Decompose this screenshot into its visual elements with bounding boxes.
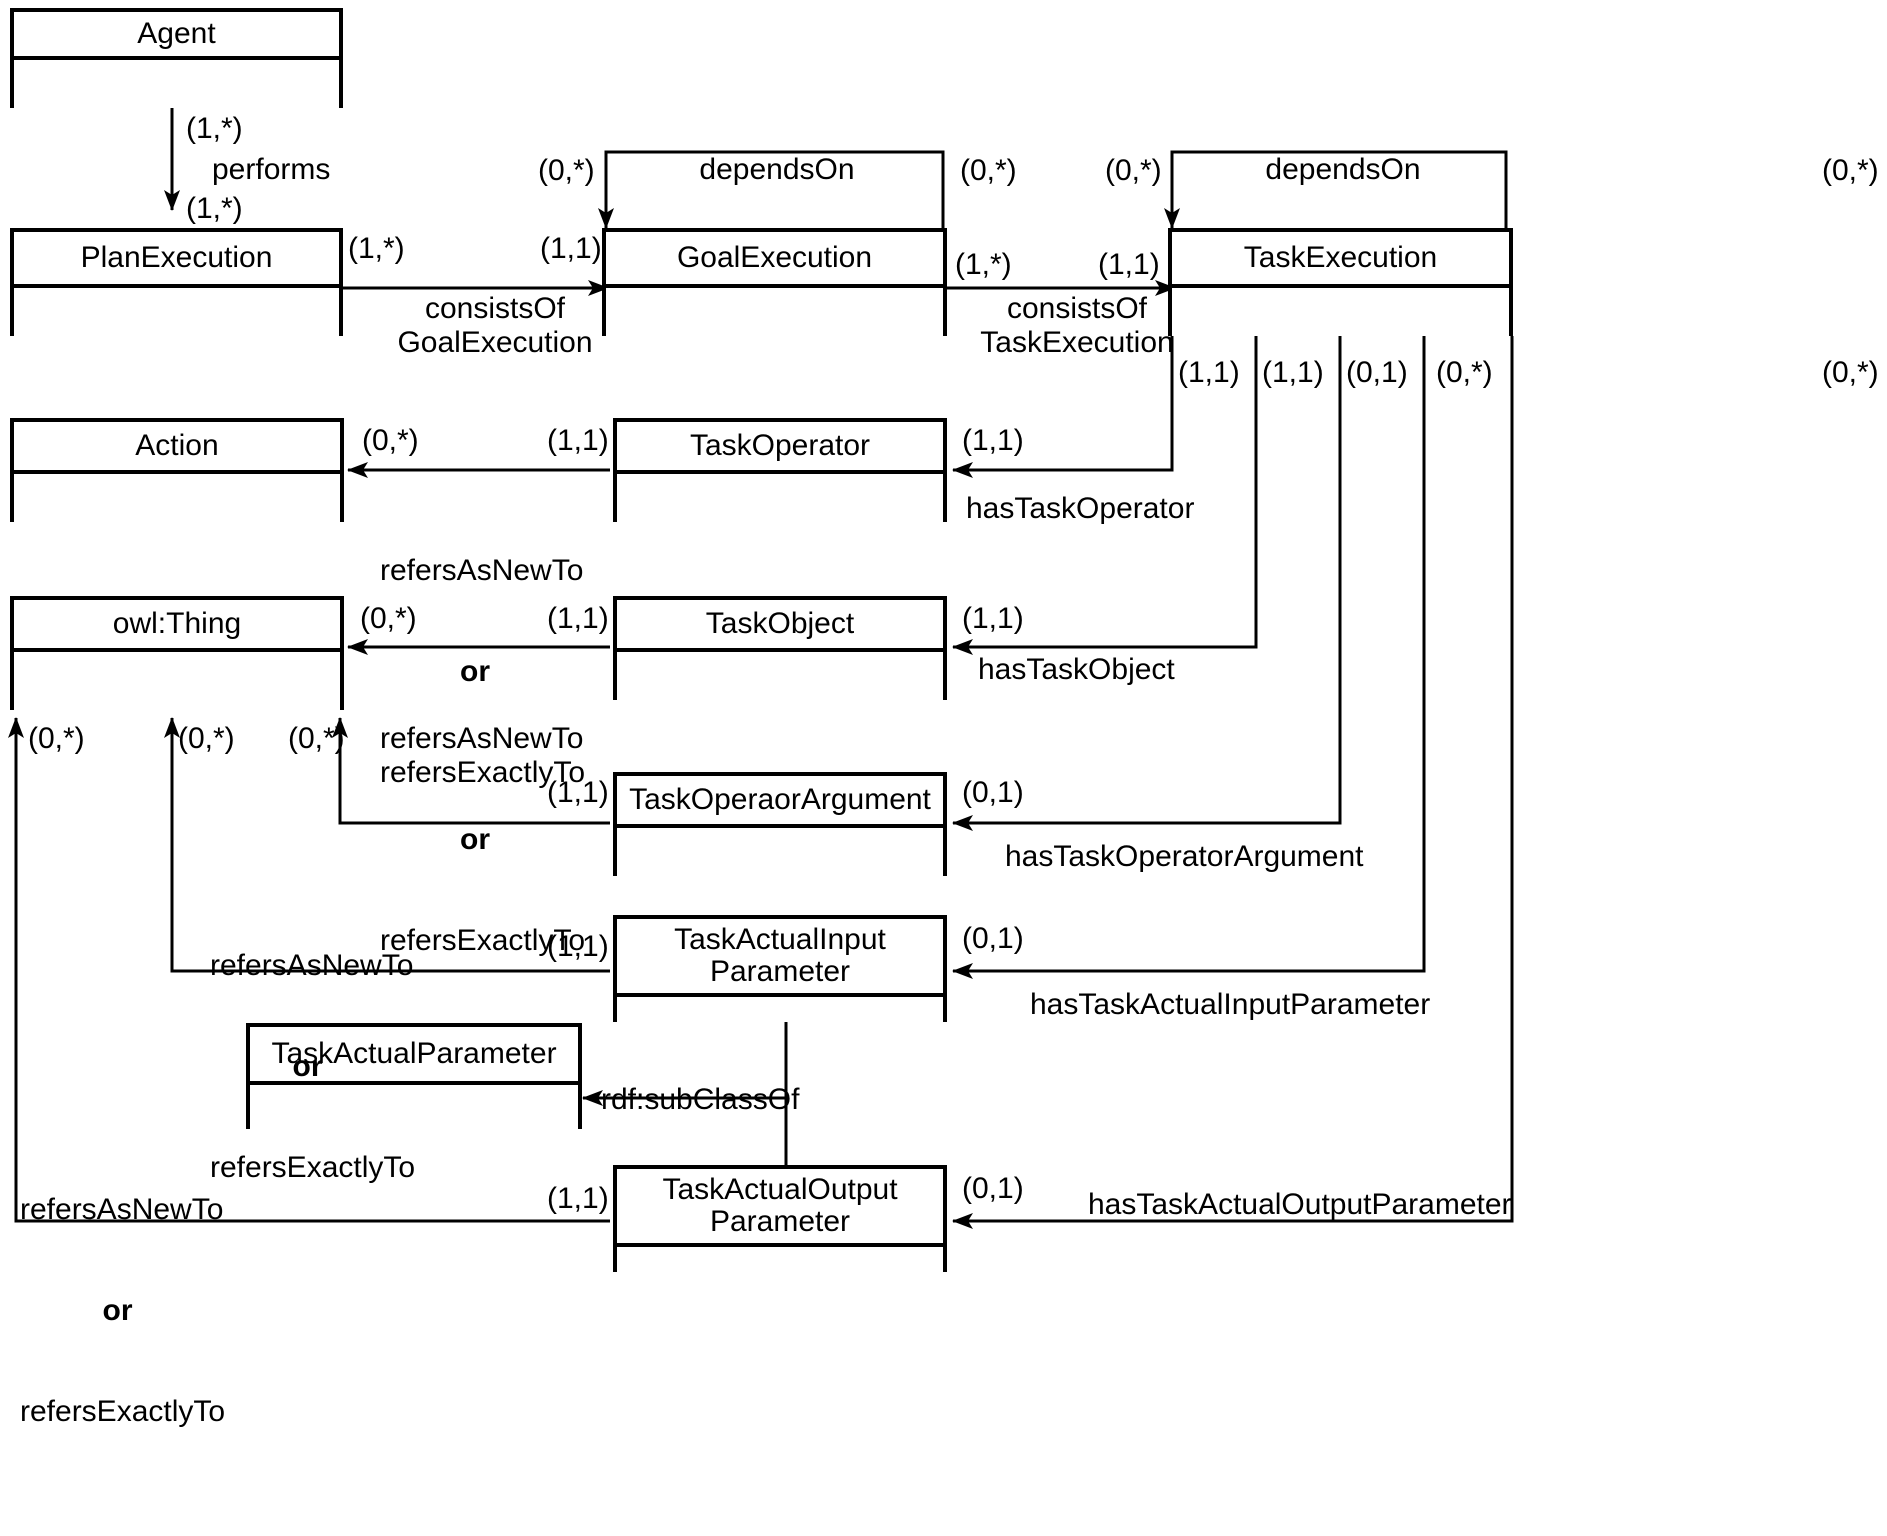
mult-goalexec-depends-left: (0,*) [538, 154, 595, 187]
label-consists-of-task-execution: consistsOf TaskExecution [980, 292, 1174, 359]
mult-agent-performs-src: (1,*) [186, 112, 243, 145]
label-refers-as-new-to: refersAsNewTo [20, 1193, 224, 1227]
class-attrs-owl-thing [14, 652, 340, 710]
class-attrs-plan-execution [14, 288, 339, 336]
label-consists-of-goal-execution: consistsOf GoalExecution [397, 292, 593, 359]
class-attrs-task-object [617, 652, 943, 700]
mult-taskoperator-has: (1,1) [962, 424, 1024, 457]
class-attrs-task-operator-argument [617, 828, 943, 876]
label-has-task-operator-argument: hasTaskOperatorArgument [1005, 840, 1364, 873]
class-name-agent: Agent [14, 12, 339, 60]
mult-owlthing-refers-object: (0,*) [360, 602, 417, 635]
mult-taskout-refers: (1,1) [547, 1182, 609, 1215]
label-performs: performs [212, 153, 331, 186]
label-refers-task-actual-output: refersAsNewTo or refersExactlyTo [20, 1126, 226, 1496]
class-box-task-operator-argument[interactable]: TaskOperaorArgument [613, 772, 947, 876]
mult-taskexec-object: (1,1) [1262, 356, 1324, 389]
label-has-task-actual-output-parameter: hasTaskActualOutputParameter [1088, 1188, 1512, 1221]
edge-has-task-operator-argument [952, 336, 1342, 831]
mult-taskin-refers: (1,1) [547, 930, 609, 963]
mult-goalexec-consists-dst: (1,1) [540, 232, 602, 265]
class-name-task-operator: TaskOperator [617, 422, 943, 474]
label-refers-exactly-to: refersExactlyTo [20, 1394, 226, 1428]
mult-agent-performs-dst: (1,*) [186, 192, 243, 225]
mult-taskoperator-refers: (1,1) [547, 424, 609, 457]
label-has-task-object: hasTaskObject [978, 653, 1175, 686]
mult-taskout-has: (0,1) [962, 1172, 1024, 1205]
class-name-task-actual-output-parameter: TaskActualOutput Parameter [617, 1169, 943, 1247]
class-name-task-execution: TaskExecution [1172, 232, 1509, 288]
class-attrs-task-actual-input-parameter [617, 997, 943, 1022]
label-refers-as-new-to: refersAsNewTo [380, 722, 584, 756]
class-attrs-task-actual-output-parameter [617, 1247, 943, 1272]
class-box-goal-execution[interactable]: GoalExecution [602, 228, 947, 336]
class-attrs-action [14, 474, 340, 522]
class-box-plan-execution[interactable]: PlanExecution [10, 228, 343, 336]
class-name-owl-thing: owl:Thing [14, 600, 340, 652]
mult-planexec-consists-src: (1,*) [348, 232, 405, 265]
class-name-action: Action [14, 422, 340, 474]
label-refers-task-actual-input: refersAsNewTo or refersExactlyTo [210, 882, 416, 1252]
class-attrs-task-operator [617, 474, 943, 522]
mult-taskoparg-has: (0,1) [962, 776, 1024, 809]
class-name-task-object: TaskObject [617, 600, 943, 652]
class-attrs-goal-execution [606, 288, 943, 336]
class-attrs-agent [14, 60, 339, 108]
mult-taskexec-output: (0,*) [1822, 356, 1879, 389]
mult-taskexec-consists-task-dst: (1,1) [1098, 248, 1160, 281]
class-box-task-actual-input-parameter[interactable]: TaskActualInput Parameter [613, 915, 947, 1022]
uml-class-diagram: Agent PlanExecution GoalExecution TaskEx… [0, 0, 1887, 1536]
mult-owlthing-refers-arg: (0,*) [288, 722, 345, 755]
mult-owlthing-refers-in: (0,*) [178, 722, 235, 755]
mult-taskexec-oparg: (0,1) [1346, 356, 1408, 389]
mult-taskexec-operator: (1,1) [1178, 356, 1240, 389]
label-refers-or: or [292, 1049, 323, 1083]
mult-action-refers: (0,*) [362, 424, 419, 457]
class-box-task-object[interactable]: TaskObject [613, 596, 947, 700]
label-depends-on-goal: dependsOn [699, 153, 855, 186]
label-has-task-operator: hasTaskOperator [966, 492, 1195, 525]
mult-taskexec-depends-right: (0,*) [1822, 154, 1879, 187]
mult-goalexec-consists-task-src: (1,*) [955, 248, 1012, 281]
label-refers-exactly-to: refersExactlyTo [210, 1150, 416, 1184]
class-box-action[interactable]: Action [10, 418, 344, 522]
class-name-task-operator-argument: TaskOperaorArgument [617, 776, 943, 828]
mult-taskexec-input: (0,*) [1436, 356, 1493, 389]
mult-goalexec-depends-right: (0,*) [960, 154, 1017, 187]
class-name-goal-execution: GoalExecution [606, 232, 943, 288]
class-name-plan-execution: PlanExecution [14, 232, 339, 288]
mult-taskoparg-refers: (1,1) [547, 776, 609, 809]
label-rdf-subclassof: rdf:subClassOf [601, 1083, 800, 1116]
class-name-task-actual-input-parameter: TaskActualInput Parameter [617, 919, 943, 997]
class-box-agent[interactable]: Agent [10, 8, 343, 108]
label-refers-or: or [460, 822, 490, 856]
label-refers-as-new-to: refersAsNewTo [380, 554, 584, 588]
class-box-task-actual-output-parameter[interactable]: TaskActualOutput Parameter [613, 1165, 947, 1272]
label-has-task-actual-input-parameter: hasTaskActualInputParameter [1030, 988, 1431, 1021]
class-box-owl-thing[interactable]: owl:Thing [10, 596, 344, 710]
mult-taskobject-has: (1,1) [962, 602, 1024, 635]
class-box-task-operator[interactable]: TaskOperator [613, 418, 947, 522]
mult-taskexec-depends-left: (0,*) [1105, 154, 1162, 187]
mult-owlthing-refers-out: (0,*) [28, 722, 85, 755]
label-refers-as-new-to: refersAsNewTo [210, 949, 414, 983]
class-box-task-execution[interactable]: TaskExecution [1168, 228, 1513, 336]
label-refers-or: or [102, 1293, 133, 1327]
mult-taskobject-refers: (1,1) [547, 602, 609, 635]
class-attrs-task-execution [1172, 288, 1509, 336]
mult-taskin-has: (0,1) [962, 922, 1024, 955]
label-depends-on-task: dependsOn [1265, 153, 1421, 186]
